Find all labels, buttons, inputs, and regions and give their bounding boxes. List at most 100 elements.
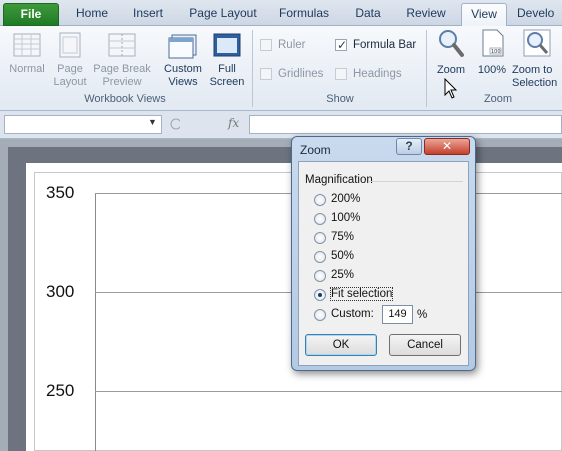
y-tick-label: 350 — [46, 183, 75, 202]
ribbon: Normal Page Layout Page Break Preview Cu… — [0, 26, 562, 111]
radio-50[interactable]: 50% — [314, 249, 354, 265]
workbook-views-group-label: Workbook Views — [84, 93, 166, 105]
hundred-label: 100% — [477, 64, 507, 76]
svg-text:100: 100 — [491, 49, 501, 55]
radio-circle — [314, 251, 326, 263]
gridline — [95, 391, 562, 392]
zoom-100-button[interactable]: 100 100% — [474, 28, 510, 77]
radio-fit-selection[interactable]: Fit selection — [314, 287, 394, 303]
formula-bar: ▼ fx — [0, 111, 562, 139]
formula-input[interactable] — [249, 115, 562, 134]
radio-100[interactable]: 100% — [314, 211, 360, 227]
radio-label: 75% — [331, 231, 355, 243]
page-break-preview-icon — [108, 33, 136, 57]
radio-200[interactable]: 200% — [314, 192, 360, 208]
zoom-button[interactable]: Zoom — [432, 28, 470, 77]
normal-label: Normal — [9, 63, 45, 75]
magnifier-icon — [439, 30, 464, 57]
tab-review[interactable]: Review — [400, 3, 452, 26]
radio-circle — [314, 213, 326, 225]
full-screen-label-2: Screen — [209, 76, 245, 88]
radio-label: 50% — [331, 250, 355, 262]
dialog-title: Zoom — [300, 143, 331, 157]
grip-icon — [170, 118, 180, 130]
page-break-label-1: Page Break — [93, 63, 151, 75]
chevron-down-icon[interactable]: ▼ — [148, 117, 157, 127]
tab-page-layout[interactable]: Page Layout — [184, 3, 262, 26]
radio-circle — [314, 309, 326, 321]
tab-file[interactable]: File — [3, 3, 59, 26]
radio-label: 25% — [331, 269, 355, 281]
tab-developer[interactable]: Develo — [517, 3, 562, 26]
y-tick-label: 250 — [46, 381, 75, 400]
custom-views-label-1: Custom — [164, 63, 202, 75]
tab-view[interactable]: View — [461, 3, 507, 27]
radio-25[interactable]: 25% — [314, 268, 354, 284]
radio-label: 200% — [331, 193, 361, 205]
tab-formulas[interactable]: Formulas — [274, 3, 334, 26]
close-button[interactable]: ✕ — [424, 138, 470, 155]
headings-checkbox-box — [335, 68, 347, 80]
tab-insert[interactable]: Insert — [124, 3, 172, 26]
gridlines-label: Gridlines — [278, 68, 324, 80]
ruler-label: Ruler — [278, 39, 306, 51]
full-screen-label-1: Full — [218, 63, 236, 75]
page-layout-label-1: Page — [57, 63, 83, 75]
radio-label: Fit selection — [329, 287, 394, 301]
cancel-button[interactable]: Cancel — [389, 334, 461, 356]
page-layout-label-2: Layout — [53, 76, 87, 88]
ruler-checkbox-box — [260, 39, 272, 51]
gridlines-checkbox[interactable]: Gridlines — [258, 67, 323, 83]
tab-home[interactable]: Home — [70, 3, 114, 26]
full-screen-icon — [213, 33, 241, 57]
zoom-group-label: Zoom — [483, 93, 513, 105]
page-break-label-2: Preview — [102, 76, 142, 88]
zoom-to-label-2: Selection — [512, 77, 558, 89]
radio-circle — [314, 194, 326, 206]
formula-buttons: fx — [166, 115, 246, 134]
group-divider — [369, 181, 463, 182]
page-layout-icon — [59, 32, 81, 58]
radio-circle — [314, 289, 326, 301]
radio-label: Custom: — [331, 308, 374, 320]
radio-label: 100% — [331, 212, 361, 224]
zoom-label: Zoom — [436, 64, 466, 76]
radio-75[interactable]: 75% — [314, 230, 354, 246]
headings-label: Headings — [353, 68, 402, 80]
zoom-to-selection-button[interactable]: Zoom to Selection — [512, 28, 562, 90]
zoom-selection-icon — [523, 29, 551, 57]
custom-views-label-2: Views — [168, 76, 198, 88]
ok-button[interactable]: OK — [305, 334, 377, 356]
y-axis — [95, 193, 96, 451]
ruler-checkbox[interactable]: Ruler — [258, 38, 305, 54]
formula-bar-label: Formula Bar — [353, 39, 417, 51]
show-group-label: Show — [326, 93, 354, 105]
page-break-preview-button[interactable]: Page Break Preview — [90, 30, 154, 89]
radio-circle — [314, 270, 326, 282]
check-icon: ✓ — [337, 38, 348, 52]
headings-checkbox[interactable]: Headings — [333, 67, 402, 83]
help-button[interactable]: ? — [396, 138, 422, 155]
radio-custom[interactable]: Custom: — [314, 307, 374, 323]
custom-zoom-input[interactable]: 149 — [382, 305, 413, 324]
page-layout-view-button[interactable]: Page Layout — [52, 30, 88, 89]
custom-views-icon — [168, 34, 197, 59]
mouse-cursor-icon — [444, 78, 458, 99]
radio-circle — [314, 232, 326, 244]
formula-bar-checkbox[interactable]: ✓ Formula Bar — [333, 38, 416, 54]
document-100-icon: 100 — [482, 29, 504, 57]
group-separator — [426, 30, 427, 107]
formula-bar-checkbox-box: ✓ — [335, 38, 348, 52]
name-box[interactable] — [4, 115, 162, 134]
normal-view-button[interactable]: Normal — [4, 30, 50, 76]
full-screen-button[interactable]: Full Screen — [206, 30, 248, 89]
magnification-group-label: Magnification — [305, 174, 373, 186]
percent-label: % — [417, 309, 428, 321]
tab-data[interactable]: Data — [348, 3, 388, 26]
normal-view-icon — [13, 33, 41, 57]
group-separator — [252, 30, 253, 107]
ribbon-tab-bar: File Home Insert Page Layout Formulas Da… — [0, 0, 562, 27]
insert-function-button[interactable]: fx — [228, 116, 239, 130]
custom-views-button[interactable]: Custom Views — [160, 30, 206, 89]
gridlines-checkbox-box — [260, 68, 272, 80]
